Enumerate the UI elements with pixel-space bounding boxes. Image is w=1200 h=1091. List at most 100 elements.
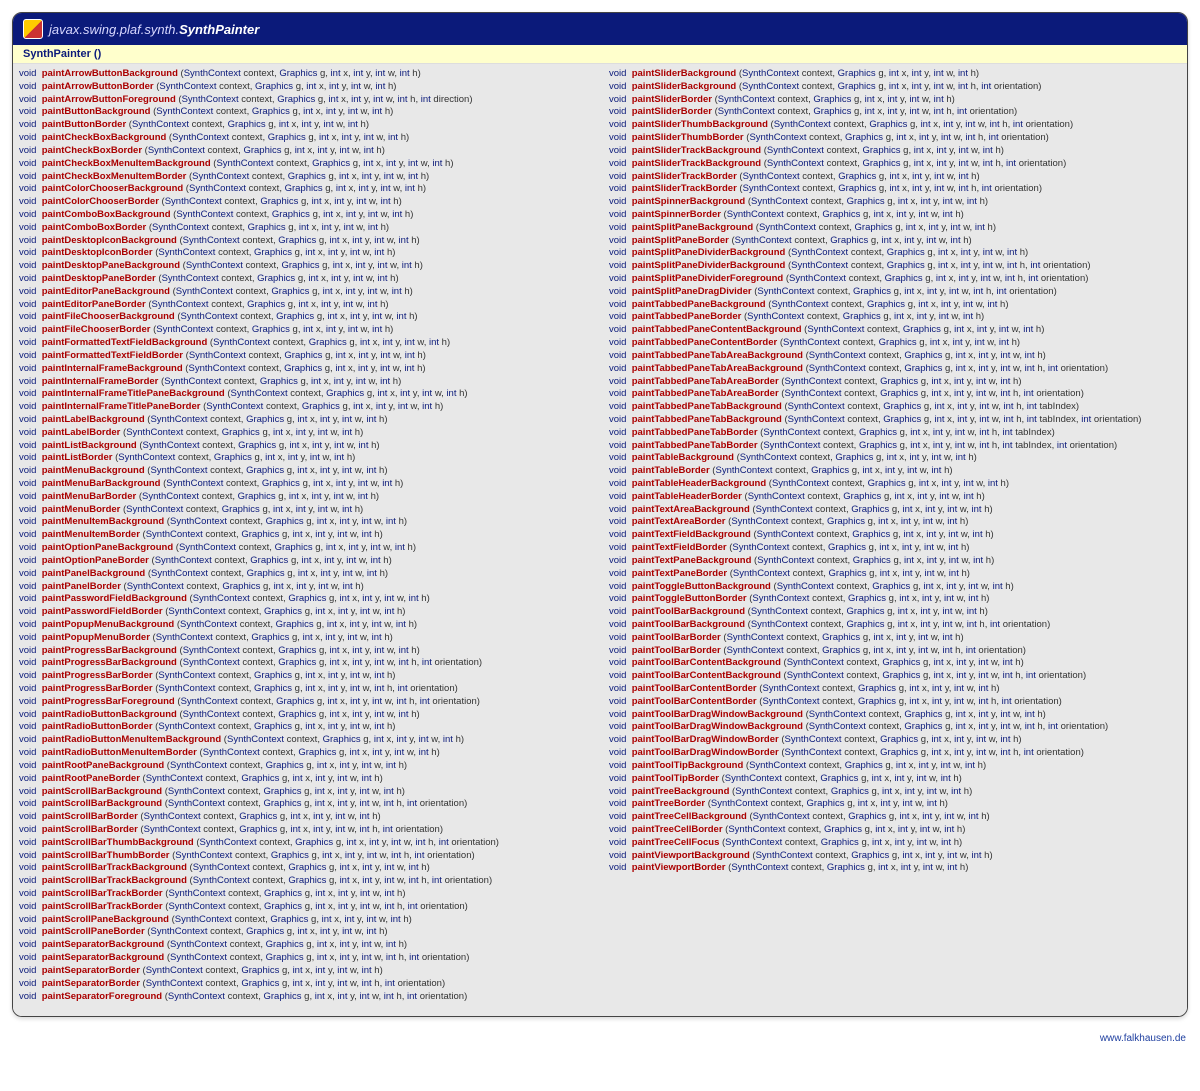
return-type: void	[19, 376, 36, 387]
method-row: void paintCheckBoxMenuItemBorder (SynthC…	[19, 171, 591, 184]
method-name: paintMenuItemBorder	[42, 529, 140, 540]
method-name: paintToolBarDragWindowBorder	[632, 747, 779, 758]
return-type: void	[19, 273, 36, 284]
method-name: paintSeparatorBackground	[42, 952, 164, 963]
return-type: void	[19, 196, 36, 207]
method-row: void paintFormattedTextFieldBackground (…	[19, 337, 591, 350]
method-name: paintToolBarDragWindowBorder	[632, 734, 779, 745]
method-name: paintToolTipBackground	[632, 760, 744, 771]
method-row: void paintSliderBorder (SynthContext con…	[609, 106, 1181, 119]
return-type: void	[19, 491, 36, 502]
method-name: paintProgressBarBorder	[42, 670, 153, 681]
method-row: void paintSplitPaneDragDivider (SynthCon…	[609, 286, 1181, 299]
method-name: paintToolBarContentBackground	[632, 657, 781, 668]
method-name: paintRootPaneBackground	[42, 760, 164, 771]
class-name: SynthPainter	[179, 22, 259, 37]
return-type: void	[609, 645, 626, 656]
return-type: void	[609, 721, 626, 732]
method-name: paintTextFieldBackground	[632, 529, 751, 540]
return-type: void	[19, 837, 36, 848]
method-name: paintTabbedPaneTabBackground	[632, 401, 782, 412]
method-name: paintSplitPaneDragDivider	[632, 286, 752, 297]
return-type: void	[609, 132, 626, 143]
return-type: void	[19, 158, 36, 169]
method-row: void paintTabbedPaneTabBorder (SynthCont…	[609, 427, 1181, 440]
class-icon	[23, 19, 43, 39]
method-row: void paintTextPaneBackground (SynthConte…	[609, 555, 1181, 568]
method-row: void paintSliderTrackBackground (SynthCo…	[609, 145, 1181, 158]
return-type: void	[19, 516, 36, 527]
return-type: void	[609, 837, 626, 848]
method-name: paintComboBoxBorder	[42, 222, 147, 233]
method-name: paintSeparatorBackground	[42, 939, 164, 950]
return-type: void	[19, 171, 36, 182]
method-name: paintPanelBorder	[42, 581, 121, 592]
return-type: void	[19, 235, 36, 246]
return-type: void	[609, 440, 626, 451]
method-row: void paintSliderThumbBackground (SynthCo…	[609, 119, 1181, 132]
method-row: void paintToggleButtonBackground (SynthC…	[609, 581, 1181, 594]
method-name: paintTabbedPaneContentBorder	[632, 337, 778, 348]
method-name: paintSplitPaneBorder	[632, 235, 729, 246]
method-list: void paintArrowButtonBackground (SynthCo…	[13, 64, 1187, 1016]
return-type: void	[19, 222, 36, 233]
return-type: void	[609, 363, 626, 374]
method-name: paintSliderBorder	[632, 106, 712, 117]
method-row: void paintMenuBackground (SynthContext c…	[19, 465, 591, 478]
method-row: void paintArrowButtonBackground (SynthCo…	[19, 68, 591, 81]
return-type: void	[609, 657, 626, 668]
return-type: void	[609, 581, 626, 592]
return-type: void	[609, 632, 626, 643]
method-name: paintCheckBoxBorder	[42, 145, 142, 156]
method-row: void paintLabelBorder (SynthContext cont…	[19, 427, 591, 440]
method-row: void paintTabbedPaneTabAreaBackground (S…	[609, 350, 1181, 363]
method-row: void paintSplitPaneDividerForeground (Sy…	[609, 273, 1181, 286]
method-name: paintRadioButtonBorder	[42, 721, 153, 732]
method-name: paintSliderTrackBorder	[632, 183, 737, 194]
return-type: void	[19, 247, 36, 258]
method-name: paintButtonBackground	[42, 106, 151, 117]
return-type: void	[19, 593, 36, 604]
method-name: paintMenuItemBackground	[42, 516, 164, 527]
return-type: void	[19, 798, 36, 809]
method-row: void paintTreeBorder (SynthContext conte…	[609, 798, 1181, 811]
method-row: void paintTabbedPaneTabBackground (Synth…	[609, 401, 1181, 414]
return-type: void	[609, 606, 626, 617]
method-name: paintSliderBackground	[632, 81, 737, 92]
method-row: void paintScrollBarBorder (SynthContext …	[19, 811, 591, 824]
method-row: void paintPanelBackground (SynthContext …	[19, 568, 591, 581]
method-name: paintDesktopPaneBorder	[42, 273, 156, 284]
return-type: void	[609, 798, 626, 809]
method-row: void paintScrollBarBorder (SynthContext …	[19, 824, 591, 837]
return-type: void	[19, 760, 36, 771]
method-name: paintSplitPaneDividerForeground	[632, 273, 784, 284]
method-name: paintSeparatorForeground	[42, 991, 162, 1002]
method-name: paintCheckBoxMenuItemBorder	[42, 171, 187, 182]
method-row: void paintSliderTrackBorder (SynthContex…	[609, 183, 1181, 196]
method-name: paintComboBoxBackground	[42, 209, 171, 220]
method-name: paintTextPaneBorder	[632, 568, 727, 579]
method-name: paintTabbedPaneContentBackground	[632, 324, 802, 335]
return-type: void	[19, 68, 36, 79]
method-name: paintSliderTrackBackground	[632, 158, 761, 169]
method-row: void paintScrollBarThumbBorder (SynthCon…	[19, 850, 591, 863]
footer-link[interactable]: www.falkhausen.de	[0, 1029, 1200, 1054]
return-type: void	[19, 696, 36, 707]
method-row: void paintRadioButtonMenuItemBackground …	[19, 734, 591, 747]
return-type: void	[609, 106, 626, 117]
return-type: void	[19, 555, 36, 566]
return-type: void	[19, 311, 36, 322]
method-name: paintToolTipBorder	[632, 773, 719, 784]
method-row: void paintArrowButtonBorder (SynthContex…	[19, 81, 591, 94]
return-type: void	[19, 914, 36, 925]
return-type: void	[609, 388, 626, 399]
return-type: void	[609, 260, 626, 271]
return-type: void	[19, 132, 36, 143]
method-row: void paintSliderTrackBorder (SynthContex…	[609, 171, 1181, 184]
method-name: paintInternalFrameBackground	[42, 363, 183, 374]
method-row: void paintInternalFrameBackground (Synth…	[19, 363, 591, 376]
return-type: void	[609, 760, 626, 771]
return-type: void	[19, 337, 36, 348]
method-name: paintRootPaneBorder	[42, 773, 140, 784]
method-row: void paintDesktopPaneBackground (SynthCo…	[19, 260, 591, 273]
